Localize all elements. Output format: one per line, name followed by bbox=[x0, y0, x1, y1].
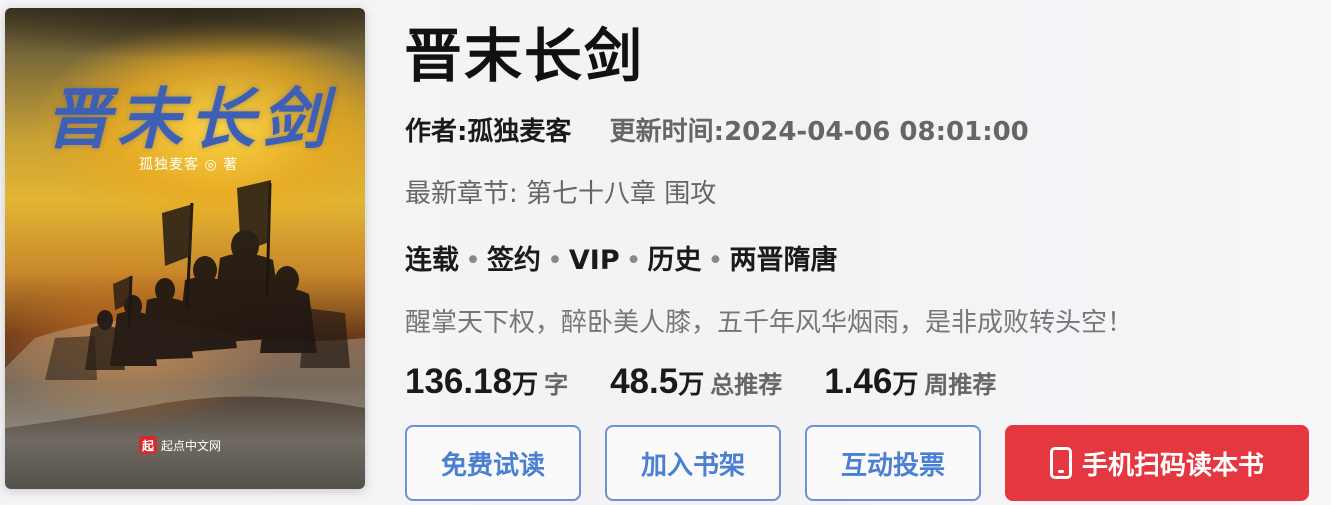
tag-signed[interactable]: 签约 bbox=[487, 245, 541, 276]
stat-weekly-recommend: 1.46 万周推荐 bbox=[824, 362, 996, 402]
tag-separator: • bbox=[625, 245, 642, 276]
tag-separator: • bbox=[707, 245, 724, 276]
tag-status[interactable]: 连载 bbox=[405, 245, 459, 276]
stat-value: 48.5 bbox=[610, 362, 679, 401]
stat-label: 总推荐 bbox=[710, 371, 783, 399]
tag-separator: • bbox=[546, 245, 563, 276]
free-read-button[interactable]: 免费试读 bbox=[405, 425, 581, 501]
add-to-shelf-button[interactable]: 加入书架 bbox=[605, 425, 781, 501]
vote-button[interactable]: 互动投票 bbox=[805, 425, 981, 501]
tag-category[interactable]: 历史 bbox=[648, 245, 702, 276]
stat-label: 周推荐 bbox=[924, 371, 997, 399]
book-intro: 醒掌天下权，醉卧美人膝，五千年风华烟雨，是非成败转头空！ bbox=[405, 308, 1134, 338]
book-meta: 作者:孤独麦客 更新时间:2024-04-06 08:01:00 bbox=[405, 114, 1029, 150]
publisher-logo: 起 起点中文网 bbox=[139, 436, 221, 454]
stat-label: 字 bbox=[544, 371, 569, 399]
book-title: 晋末长剑 bbox=[404, 22, 645, 90]
book-stats: 136.18 万字 48.5 万总推荐 1.46 万周推荐 bbox=[405, 362, 1038, 402]
book-author[interactable]: 作者:孤独麦客 bbox=[405, 117, 571, 147]
cover-author: 孤独麦客 ◎ 著 bbox=[139, 157, 239, 173]
book-cover[interactable]: 晋末长剑 孤独麦客 ◎ 著 起 起点中文网 bbox=[5, 8, 365, 489]
tag-separator: • bbox=[465, 245, 481, 276]
stat-value: 136.18 bbox=[405, 362, 513, 401]
tag-vip[interactable]: VIP bbox=[569, 245, 620, 276]
phone-icon bbox=[1049, 447, 1072, 479]
stat-unit: 万 bbox=[678, 370, 705, 400]
publisher-name: 起点中文网 bbox=[161, 438, 222, 453]
latest-chapter[interactable]: 最新章节: 第七十八章 围攻 bbox=[405, 176, 716, 212]
stat-value: 1.46 bbox=[824, 362, 893, 401]
mobile-read-label: 手机扫码读本书 bbox=[1081, 450, 1264, 481]
book-tags: 连载 • 签约 • VIP • 历史 • 两晋隋唐 bbox=[405, 242, 837, 280]
update-time: 更新时间:2024-04-06 08:01:00 bbox=[609, 117, 1029, 147]
stat-total-recommend: 48.5 万总推荐 bbox=[610, 362, 782, 402]
tag-subcategory[interactable]: 两晋隋唐 bbox=[729, 245, 837, 276]
publisher-badge-icon: 起 bbox=[139, 436, 157, 454]
stat-unit: 万 bbox=[512, 370, 539, 400]
stat-word-count: 136.18 万字 bbox=[405, 362, 568, 402]
stat-unit: 万 bbox=[892, 370, 919, 400]
mobile-read-button[interactable]: 手机扫码读本书 bbox=[1005, 425, 1309, 501]
cover-title: 晋末长剑 bbox=[45, 80, 333, 158]
